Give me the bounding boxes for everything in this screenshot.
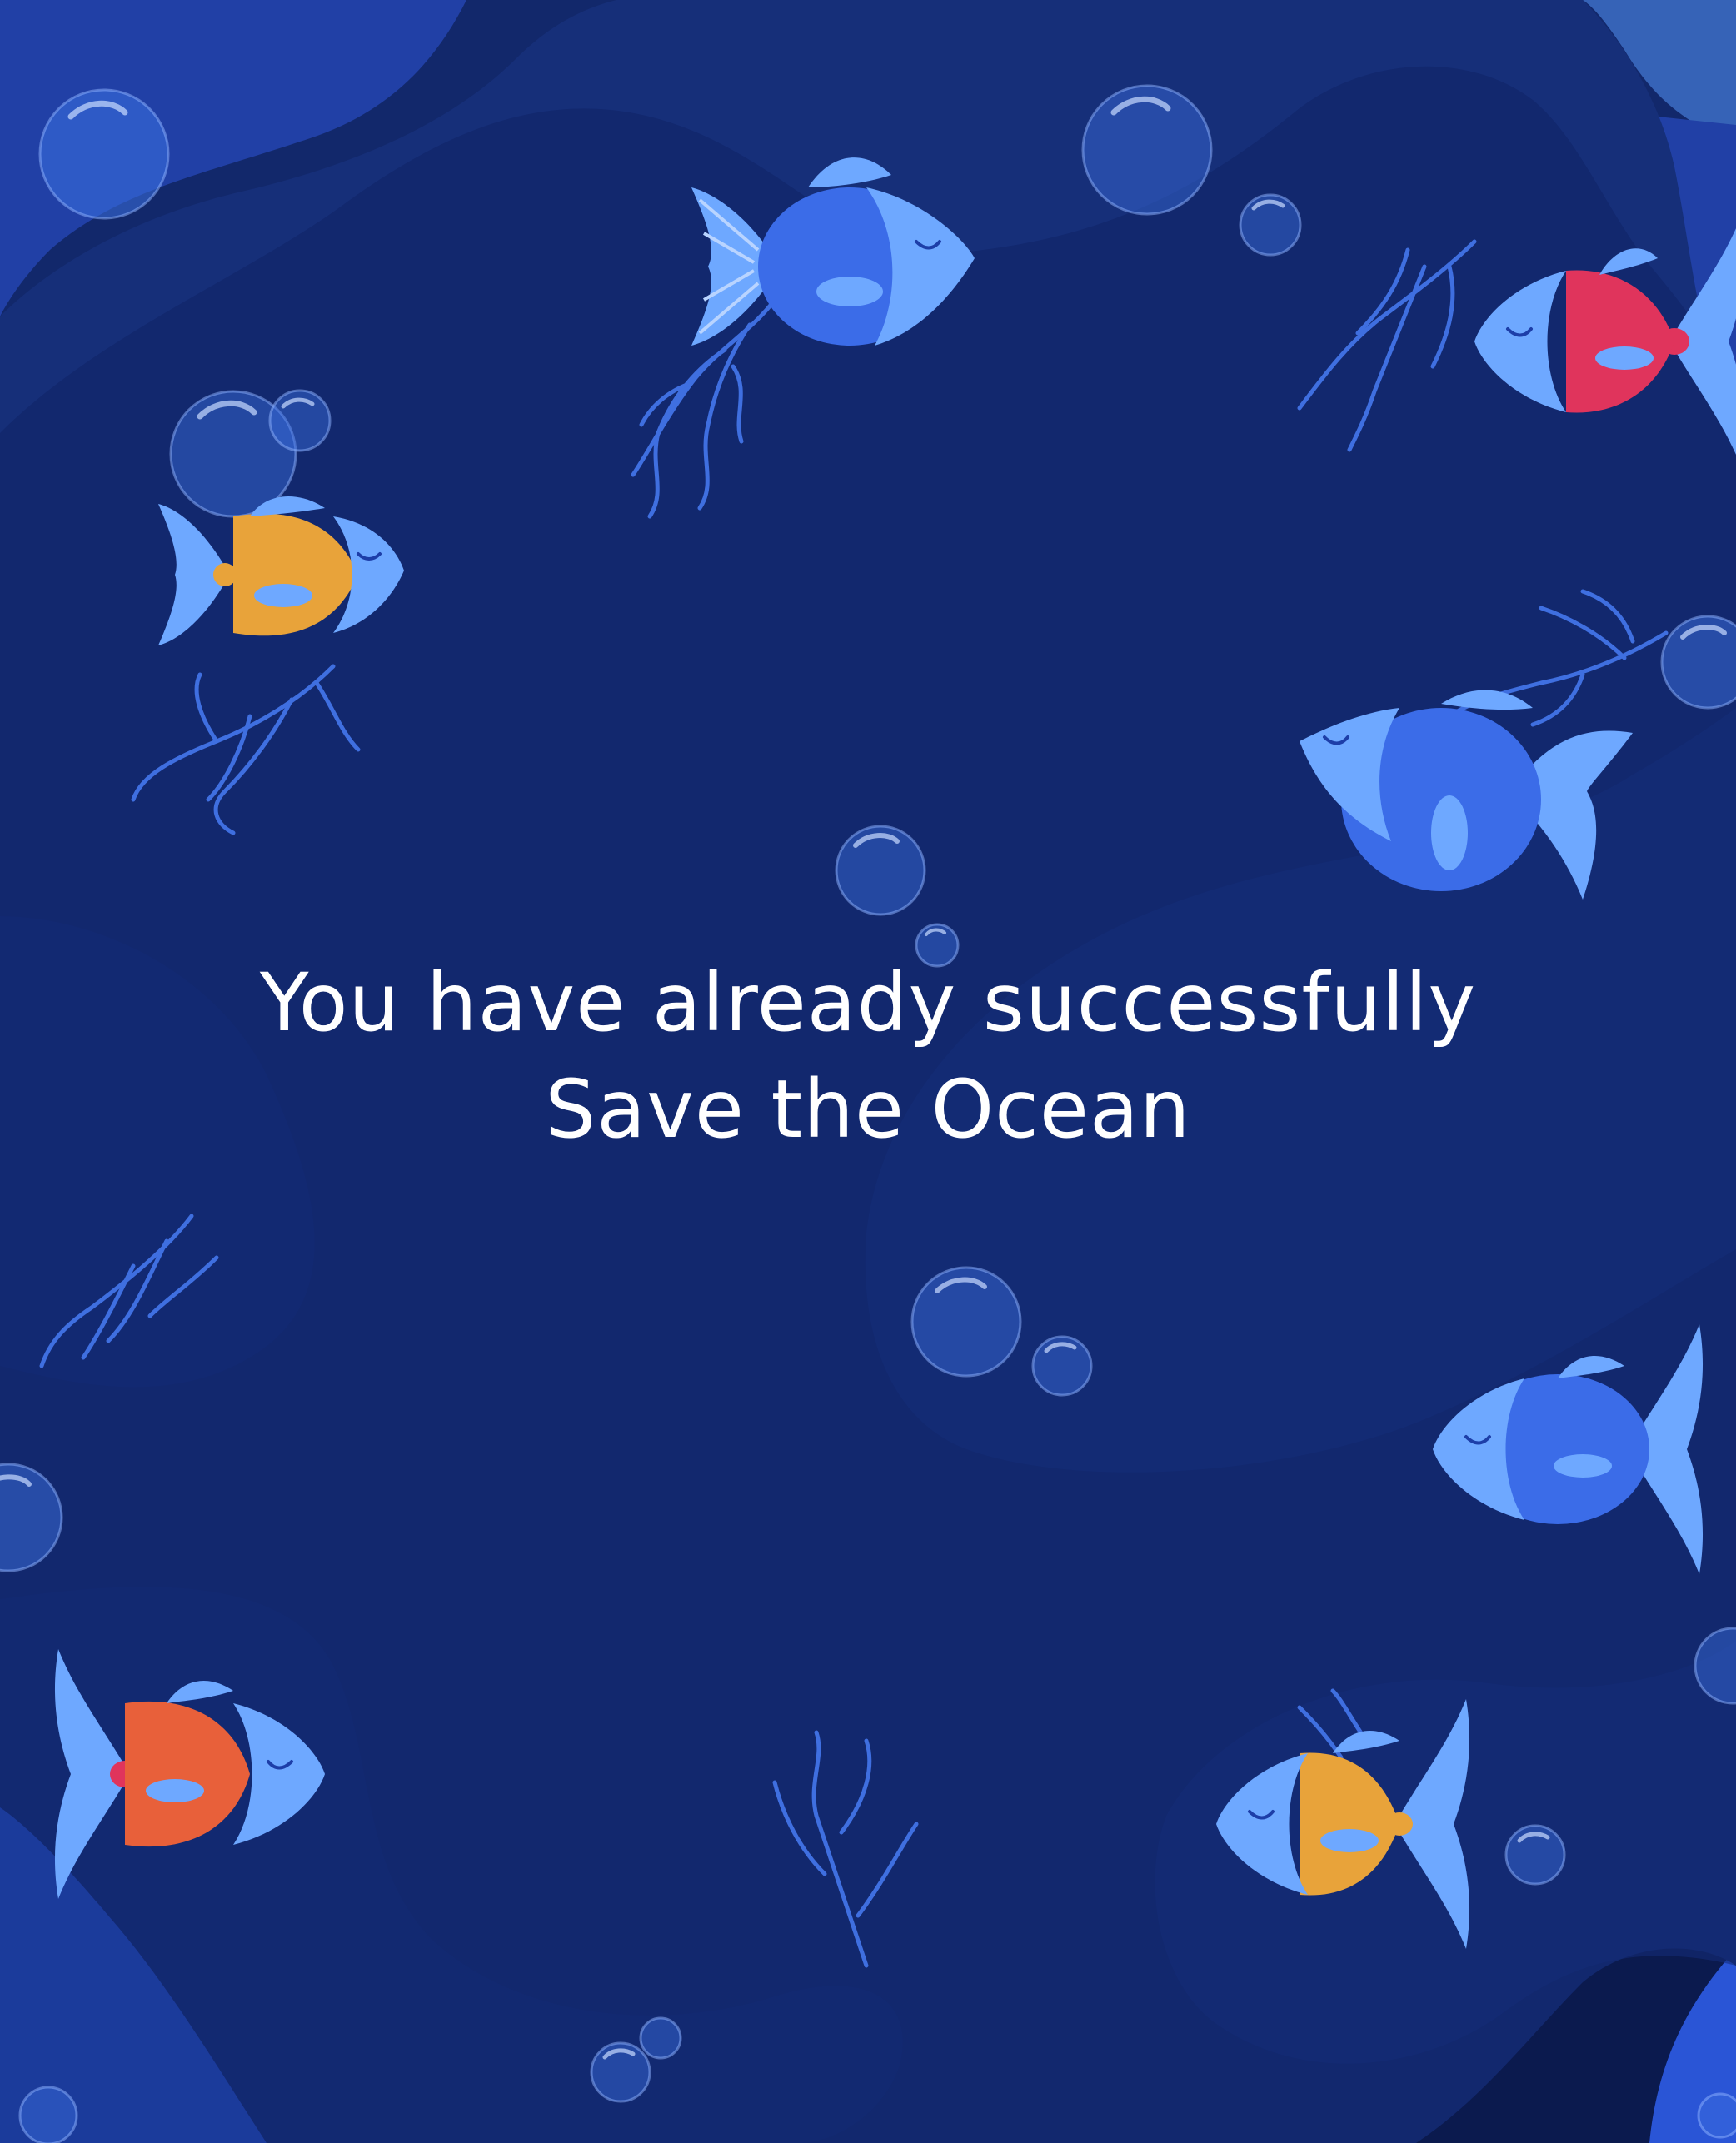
bubble bbox=[1031, 1335, 1093, 1397]
message-line-2: Save the Ocean bbox=[545, 1063, 1191, 1156]
bubble bbox=[1081, 84, 1213, 216]
bubble bbox=[639, 2016, 682, 2060]
bubble bbox=[18, 2086, 78, 2143]
bubble bbox=[1697, 2092, 1736, 2139]
bubble bbox=[1504, 1824, 1566, 1886]
bubble bbox=[1239, 193, 1302, 257]
ocean-scene: You have already successfully Save the O… bbox=[0, 0, 1736, 2143]
bubble bbox=[910, 1266, 1022, 1378]
bubble bbox=[268, 389, 332, 452]
success-message: You have already successfully Save the O… bbox=[0, 949, 1736, 1163]
message-line-1: You have already successfully bbox=[259, 956, 1477, 1049]
bubble bbox=[38, 88, 170, 220]
bubble bbox=[590, 2041, 651, 2103]
bubble bbox=[835, 825, 926, 916]
